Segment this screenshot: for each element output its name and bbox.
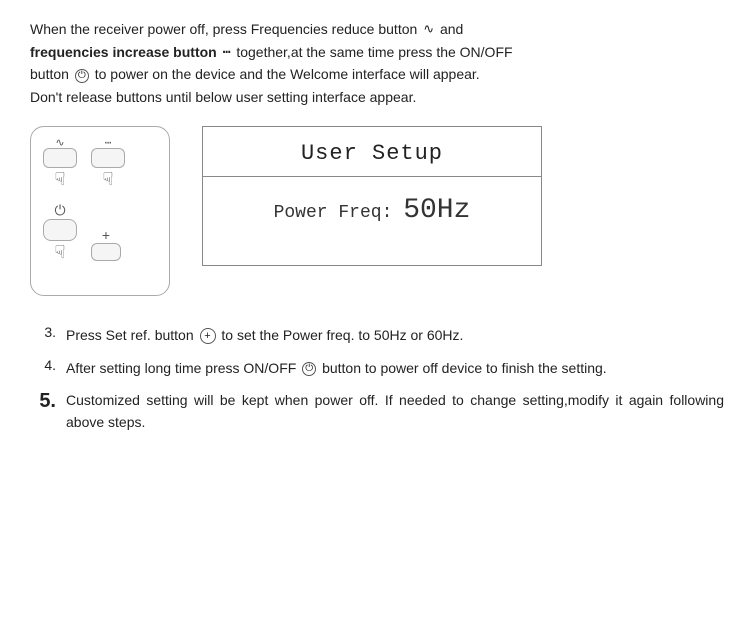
freq-increase-icon: ⋯ bbox=[223, 43, 231, 64]
step-4-text: After setting long time press ON/OFF ⏻ b… bbox=[66, 357, 724, 379]
freq-reduce-btn-group: ∿ ☟ bbox=[43, 137, 77, 188]
power-btn-group: ⏻ ☟ bbox=[43, 202, 77, 261]
freq-reduce-btn bbox=[43, 148, 77, 168]
intro-line1: When the receiver power off, press Frequ… bbox=[30, 21, 463, 37]
plus-btn bbox=[91, 243, 121, 261]
intro-paragraph: When the receiver power off, press Frequ… bbox=[30, 18, 724, 108]
plus-btn-group: + bbox=[91, 227, 121, 261]
freq-increase-btn bbox=[91, 148, 125, 168]
step-3-text: Press Set ref. button + to set the Power… bbox=[66, 324, 724, 346]
step-4: 4. After setting long time press ON/OFF … bbox=[30, 357, 724, 379]
power-btn-icon-inline: ⏻ bbox=[75, 69, 89, 83]
freq-increase-btn-label: ⋯ bbox=[105, 137, 112, 148]
intro-line2: together,at the same time press the ON/O… bbox=[232, 44, 512, 60]
power-freq-value: 50Hz bbox=[403, 195, 470, 226]
device-bottom-buttons: ⏻ ☟ + bbox=[43, 202, 121, 261]
plus-icon: + bbox=[102, 227, 110, 243]
user-setup-body: Power Freq: 50Hz bbox=[203, 177, 541, 244]
step-5: 5. Customized setting will be kept when … bbox=[30, 389, 724, 434]
user-setup-screen: User Setup Power Freq: 50Hz bbox=[202, 126, 542, 266]
intro-line4: Don't release buttons until below user s… bbox=[30, 89, 416, 105]
intro-bold: frequencies increase button ⋯ bbox=[30, 44, 232, 60]
freq-increase-btn-group: ⋯ ☟ bbox=[91, 137, 125, 188]
finger-icon-1: ☟ bbox=[55, 170, 66, 188]
freq-reduce-icon: ∿ bbox=[423, 20, 434, 41]
device-diagram: ∿ ☟ ⋯ ☟ ⏻ ☟ + bbox=[30, 126, 170, 296]
power-off-icon-step4: ⏻ bbox=[302, 362, 316, 376]
device-top-buttons: ∿ ☟ ⋯ ☟ bbox=[43, 137, 125, 188]
step-3-num: 3. bbox=[30, 324, 56, 340]
step-3: 3. Press Set ref. button + to set the Po… bbox=[30, 324, 724, 346]
user-setup-title: User Setup bbox=[203, 127, 541, 177]
step-5-text: Customized setting will be kept when pow… bbox=[66, 389, 724, 434]
power-btn bbox=[43, 219, 77, 241]
steps-list: 3. Press Set ref. button + to set the Po… bbox=[30, 324, 724, 434]
step-4-num: 4. bbox=[30, 357, 56, 373]
finger-icon-3: ☟ bbox=[55, 243, 66, 261]
power-btn-icon: ⏻ bbox=[54, 202, 65, 219]
diagram-row: ∿ ☟ ⋯ ☟ ⏻ ☟ + User Setup bbox=[30, 126, 724, 296]
freq-reduce-btn-label: ∿ bbox=[55, 137, 64, 148]
set-ref-icon: + bbox=[200, 328, 216, 344]
step-5-num: 5. bbox=[30, 389, 56, 413]
intro-line3: button ⏻ to power on the device and the … bbox=[30, 66, 480, 82]
power-freq-label: Power Freq: bbox=[274, 203, 393, 223]
finger-icon-2: ☟ bbox=[103, 170, 114, 188]
